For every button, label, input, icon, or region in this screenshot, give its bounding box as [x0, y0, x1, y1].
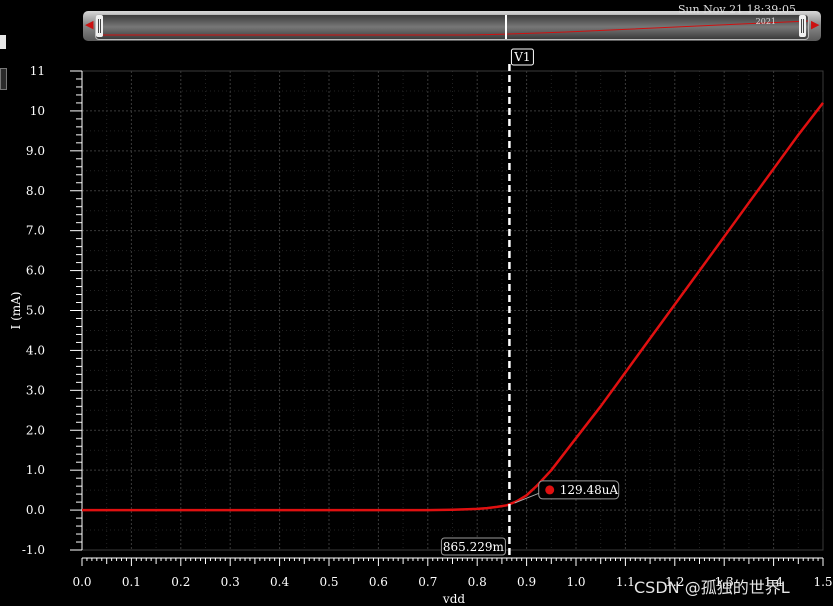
x-tick-label: 0.1 — [122, 575, 141, 589]
y-tick-label: 0.0 — [26, 503, 45, 517]
x-tick-label: 0.2 — [171, 575, 190, 589]
y-tick-label: 10 — [30, 104, 45, 118]
y-tick-label: 2.0 — [26, 423, 45, 437]
x-tick-label: 0.5 — [319, 575, 338, 589]
x-tick-label: 0.6 — [369, 575, 388, 589]
iv-curve-chart: 0.0 0.1 0.2 0.3 0.4 0.5 0.6 0.7 0.8 0.9 1.0 1.1 1.2 1… — [9, 48, 833, 606]
x-axis-label: vdd — [442, 592, 465, 606]
x-tick-label: 0.0 — [72, 575, 91, 589]
y-tick-label: 1.0 — [26, 463, 45, 477]
x-tick-label: 1.0 — [566, 575, 585, 589]
x-tick-label: 0.4 — [270, 575, 289, 589]
y-axis-label: I (mA) — [9, 292, 23, 330]
x-tick-label: 0.3 — [221, 575, 240, 589]
waveform-viewer: ◀ ▶ Sun Nov 21 18:39:05 2021 0.0 0.1 0.2 0.… — [0, 0, 833, 606]
x-tick-label: 1.1 — [616, 575, 635, 589]
point-readout-value: 129.48uA — [560, 483, 619, 497]
y-tick-label: 4.0 — [26, 343, 45, 357]
y-tick-label: 7.0 — [26, 224, 45, 238]
y-tick-label: 9.0 — [26, 144, 45, 158]
y-tick-label: -1.0 — [22, 543, 45, 557]
marker-name-label: V1 — [513, 50, 530, 64]
x-tick-label: 0.9 — [517, 575, 536, 589]
point-marker-dot — [545, 485, 555, 495]
x-tick-label: 0.7 — [418, 575, 437, 589]
y-tick-label: 8.0 — [26, 184, 45, 198]
y-tick-label: 5.0 — [26, 304, 45, 318]
x-tick-label: 0.8 — [468, 575, 487, 589]
watermark: CSDN @孤独的世界L — [634, 578, 790, 597]
y-tick-label: 3.0 — [26, 383, 45, 397]
x-tick-label: 1.5 — [813, 575, 832, 589]
y-tick-label: 6.0 — [26, 264, 45, 278]
marker-x-readout: 865.229m — [443, 540, 505, 554]
y-tick-label: 11 — [30, 64, 45, 78]
